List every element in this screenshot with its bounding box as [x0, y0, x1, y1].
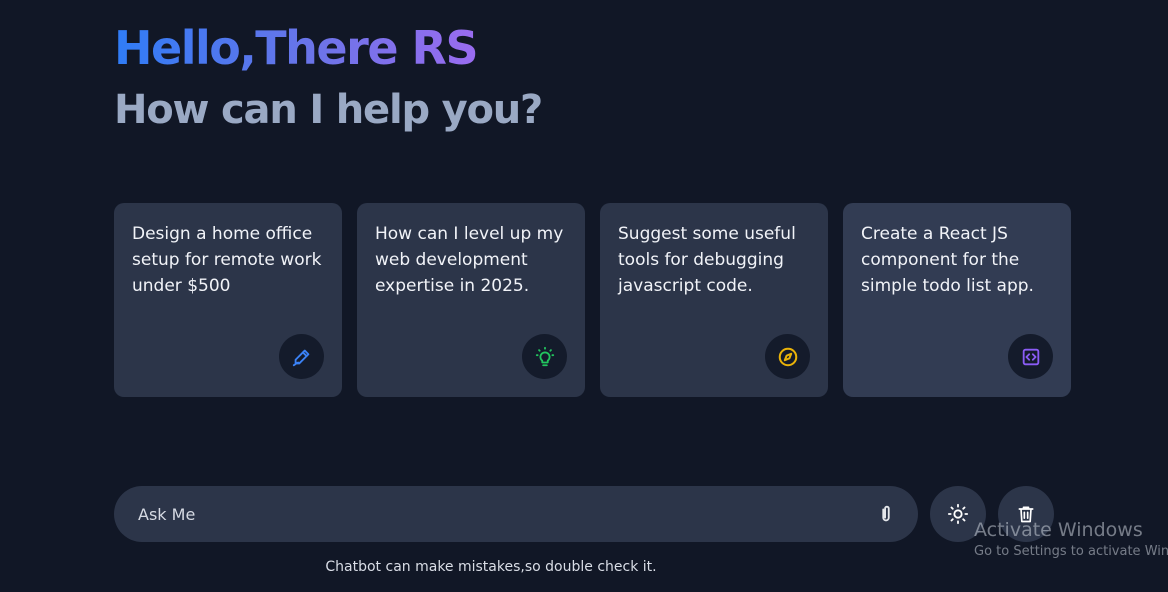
activation-watermark: Activate Windows Go to Settings to activ… — [974, 518, 1168, 562]
watermark-title: Activate Windows — [974, 519, 1143, 541]
suggestion-text: Suggest some useful tools for debugging … — [618, 224, 796, 296]
sun-icon — [947, 503, 969, 525]
suggestion-card[interactable]: Design a home office setup for remote wo… — [114, 203, 342, 397]
code-icon — [1008, 334, 1053, 379]
prompt-bar — [114, 486, 918, 542]
suggestion-text: Create a React JS component for the simp… — [861, 224, 1034, 296]
pen-icon — [279, 334, 324, 379]
suggestion-text: Design a home office setup for remote wo… — [132, 224, 322, 296]
suggestion-card[interactable]: Suggest some useful tools for debugging … — [600, 203, 828, 397]
greeting-heading: Hello,There RS — [114, 21, 479, 75]
suggestion-card[interactable]: Create a React JS component for the simp… — [843, 203, 1071, 397]
suggestion-list: Design a home office setup for remote wo… — [114, 203, 1071, 397]
help-subtitle: How can I help you? — [114, 87, 543, 133]
lightbulb-icon — [522, 334, 567, 379]
prompt-input[interactable] — [138, 486, 858, 542]
suggestion-text: How can I level up my web development ex… — [375, 224, 564, 296]
paperclip-icon[interactable] — [874, 502, 898, 526]
chat-page: Hello,There RS How can I help you? Desig… — [0, 0, 1168, 592]
disclaimer-text: Chatbot can make mistakes,so double chec… — [325, 559, 657, 575]
watermark-subtitle: Go to Settings to activate Windows. — [974, 544, 1168, 559]
suggestion-card[interactable]: How can I level up my web development ex… — [357, 203, 585, 397]
compass-icon — [765, 334, 810, 379]
